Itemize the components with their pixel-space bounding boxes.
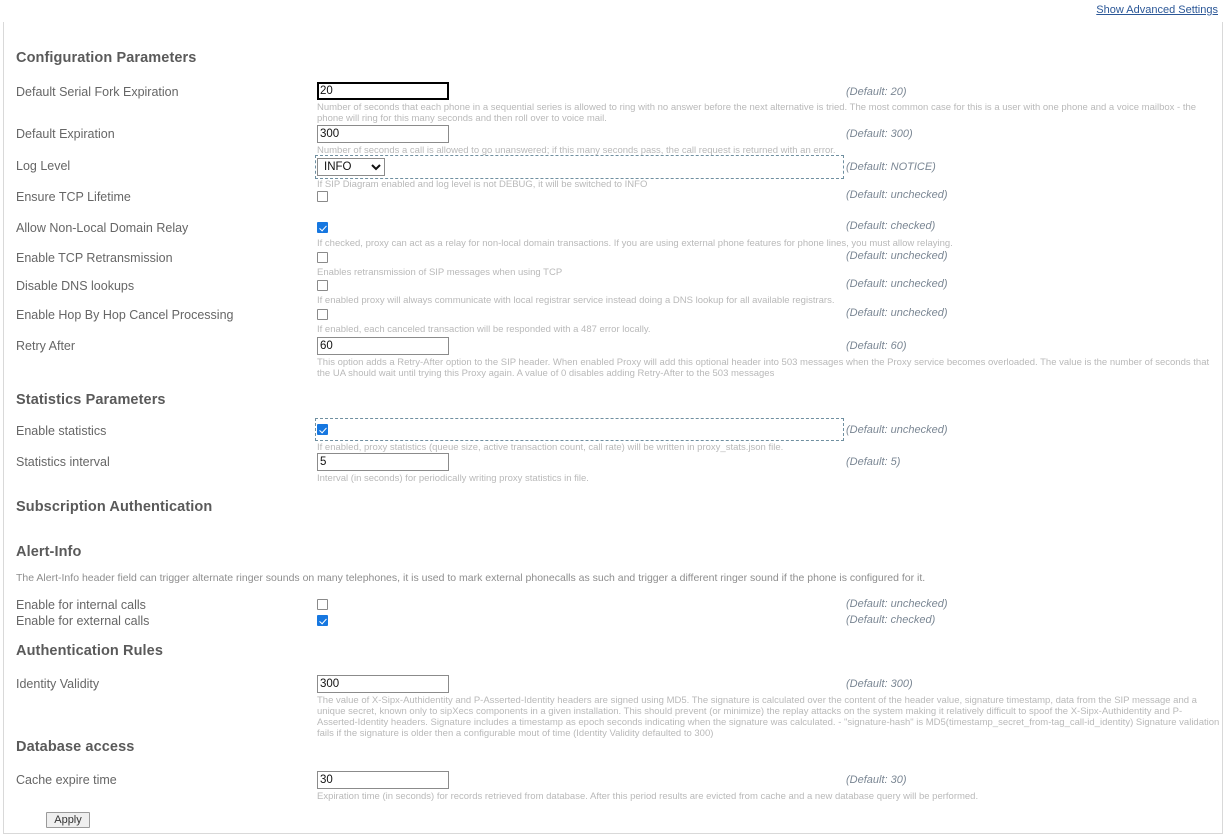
label-enable-for-external-calls: Enable for external calls	[16, 614, 150, 628]
checkbox-enable-statistics[interactable]	[317, 424, 328, 435]
label-default-expiration: Default Expiration	[16, 127, 115, 141]
help-log-level: If SIP Diagram enabled and log level is …	[317, 179, 648, 190]
control-enable-for-external-calls	[317, 615, 328, 629]
control-identity-validity	[317, 675, 449, 693]
label-enable-for-internal-calls: Enable for internal calls	[16, 598, 146, 612]
label-statistics-interval: Statistics interval	[16, 455, 110, 469]
alert-info-intro-text: The Alert-Info header field can trigger …	[16, 572, 926, 584]
section-heading-alert-info: Alert-Info	[16, 544, 82, 560]
checkbox-ensure-tcp-lifetime[interactable]	[317, 191, 328, 202]
default-enable-for-internal-calls: (Default: unchecked)	[846, 598, 948, 610]
default-enable-hop-by-hop-cancel-processing: (Default: unchecked)	[846, 307, 948, 319]
default-statistics-interval: (Default: 5)	[846, 456, 901, 468]
default-cache-expire-time: (Default: 30)	[846, 774, 907, 786]
select-log-level[interactable]: INFO	[317, 158, 385, 176]
control-cache-expire-time	[317, 771, 449, 789]
control-disable-dns-lookups	[317, 280, 328, 294]
help-default-serial-fork-expiration: Number of seconds that each phone in a s…	[317, 102, 1197, 124]
help-enable-statistics: If enabled, proxy statistics (queue size…	[317, 442, 784, 453]
checkbox-enable-for-internal-calls[interactable]	[317, 599, 328, 610]
checkbox-enable-for-external-calls[interactable]	[317, 615, 328, 626]
help-default-expiration: Number of seconds a call is allowed to g…	[317, 145, 836, 156]
label-default-serial-fork-expiration: Default Serial Fork Expiration	[16, 85, 179, 99]
apply-button[interactable]: Apply	[46, 812, 90, 828]
help-cache-expire-time: Expiration time (in seconds) for records…	[317, 791, 979, 802]
default-enable-tcp-retransmission: (Default: unchecked)	[846, 250, 948, 262]
focus-ring-log-level	[315, 155, 844, 179]
settings-form-container: Configuration Parameters Default Serial …	[3, 22, 1223, 834]
input-default-expiration[interactable]	[317, 125, 449, 143]
section-heading-authentication-rules: Authentication Rules	[16, 643, 164, 659]
control-default-expiration	[317, 125, 449, 143]
label-enable-statistics: Enable statistics	[16, 424, 107, 438]
control-enable-tcp-retransmission	[317, 252, 328, 266]
section-heading-database-access: Database access	[16, 739, 135, 755]
label-disable-dns-lookups: Disable DNS lookups	[16, 279, 135, 293]
control-statistics-interval	[317, 453, 449, 471]
checkbox-allow-non-local-domain-relay[interactable]	[317, 222, 328, 233]
control-default-serial-fork-expiration	[317, 82, 449, 100]
default-log-level: (Default: NOTICE)	[846, 161, 936, 173]
input-statistics-interval[interactable]	[317, 453, 449, 471]
default-default-expiration: (Default: 300)	[846, 128, 913, 140]
default-disable-dns-lookups: (Default: unchecked)	[846, 278, 948, 290]
control-enable-hop-by-hop-cancel-processing	[317, 309, 328, 323]
label-log-level: Log Level	[16, 159, 71, 173]
label-allow-non-local-domain-relay: Allow Non-Local Domain Relay	[16, 221, 189, 235]
show-advanced-settings-link[interactable]: Show Advanced Settings	[1096, 4, 1218, 16]
section-heading-subscription-authentication: Subscription Authentication	[16, 499, 213, 515]
default-retry-after: (Default: 60)	[846, 340, 907, 352]
focus-ring-enable-statistics	[315, 418, 844, 441]
label-enable-hop-by-hop-cancel-processing: Enable Hop By Hop Cancel Processing	[16, 308, 234, 322]
label-enable-tcp-retransmission: Enable TCP Retransmission	[16, 251, 173, 265]
help-retry-after: This option adds a Retry-After option to…	[317, 357, 1210, 379]
default-ensure-tcp-lifetime: (Default: unchecked)	[846, 189, 948, 201]
help-disable-dns-lookups: If enabled proxy will always communicate…	[317, 295, 835, 306]
control-allow-non-local-domain-relay	[317, 222, 328, 236]
help-enable-hop-by-hop-cancel-processing: If enabled, each canceled transaction wi…	[317, 324, 651, 335]
checkbox-enable-tcp-retransmission[interactable]	[317, 252, 328, 263]
help-identity-validity: The value of X-Sipx-Authidentity and P-A…	[317, 695, 1220, 739]
section-heading-configuration-parameters: Configuration Parameters	[16, 50, 197, 66]
default-allow-non-local-domain-relay: (Default: checked)	[846, 220, 936, 232]
help-statistics-interval: Interval (in seconds) for periodically w…	[317, 473, 589, 484]
control-enable-for-internal-calls	[317, 599, 328, 613]
input-cache-expire-time[interactable]	[317, 771, 449, 789]
label-ensure-tcp-lifetime: Ensure TCP Lifetime	[16, 190, 131, 204]
control-ensure-tcp-lifetime	[317, 191, 328, 205]
default-identity-validity: (Default: 300)	[846, 678, 913, 690]
advanced-settings-bar: Show Advanced Settings	[0, 0, 1226, 22]
control-enable-statistics	[317, 424, 328, 438]
label-retry-after: Retry After	[16, 339, 76, 353]
input-default-serial-fork-expiration[interactable]	[317, 82, 449, 100]
input-identity-validity[interactable]	[317, 675, 449, 693]
default-default-serial-fork-expiration: (Default: 20)	[846, 86, 907, 98]
input-retry-after[interactable]	[317, 337, 449, 355]
settings-page: Show Advanced Settings Configuration Par…	[0, 0, 1226, 837]
checkbox-enable-hop-by-hop-cancel-processing[interactable]	[317, 309, 328, 320]
control-log-level: INFO	[317, 158, 385, 176]
label-cache-expire-time: Cache expire time	[16, 773, 117, 787]
control-retry-after	[317, 337, 449, 355]
checkbox-disable-dns-lookups[interactable]	[317, 280, 328, 291]
help-allow-non-local-domain-relay: If checked, proxy can act as a relay for…	[317, 238, 953, 249]
label-identity-validity: Identity Validity	[16, 677, 100, 691]
help-enable-tcp-retransmission: Enables retransmission of SIP messages w…	[317, 267, 563, 278]
default-enable-statistics: (Default: unchecked)	[846, 424, 948, 436]
default-enable-for-external-calls: (Default: checked)	[846, 614, 936, 626]
section-heading-statistics-parameters: Statistics Parameters	[16, 392, 166, 408]
